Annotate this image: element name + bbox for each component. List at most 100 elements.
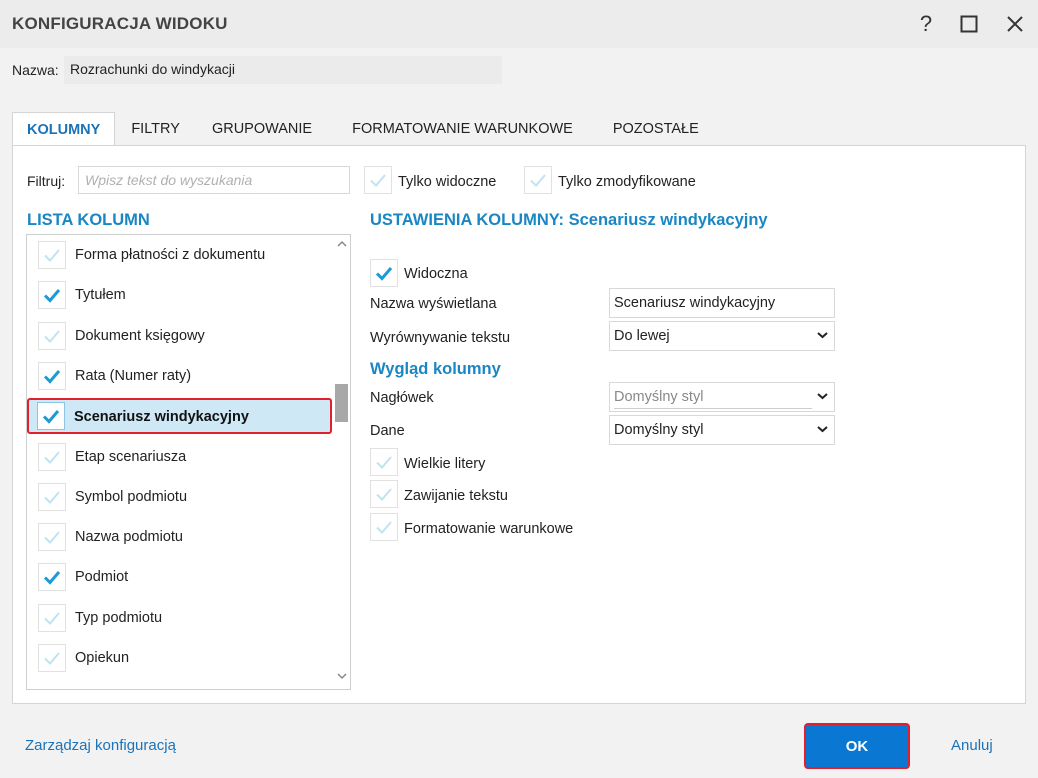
column-name-label: Scenariusz windykacyjny (74, 409, 249, 426)
chevron-down-icon (817, 422, 828, 436)
data-style-value: Domyślny styl (614, 422, 704, 438)
view-name-field[interactable]: Rozrachunki do windykacji (64, 56, 502, 84)
cancel-link[interactable]: Anuluj (951, 737, 993, 754)
tab-formatowanie-warunkowe[interactable]: FORMATOWANIE WARUNKOWE (332, 112, 593, 146)
list-item[interactable]: Podmiot (28, 558, 332, 596)
column-visible-checkbox[interactable] (38, 523, 66, 552)
column-visible-checkbox[interactable] (37, 402, 65, 431)
check-icon (376, 521, 392, 534)
check-icon (43, 571, 61, 586)
field-underline (614, 408, 812, 409)
header-style-value: Domyślny styl (614, 389, 704, 405)
list-item[interactable]: Symbol podmiotu (28, 478, 332, 516)
text-align-label: Wyrównywanie tekstu (370, 330, 511, 346)
appearance-heading: Wygląd kolumny (370, 360, 501, 378)
manage-configuration-link[interactable]: Zarządzaj konfiguracją (25, 737, 176, 754)
column-name-label: Symbol podmiotu (75, 488, 188, 505)
chevron-down-icon (817, 389, 828, 403)
column-visible-checkbox[interactable] (38, 482, 66, 511)
view-name-label: Nazwa: (12, 62, 59, 78)
column-visible-checkbox[interactable] (38, 361, 66, 390)
column-name-label: Tytułem (75, 287, 126, 304)
list-item[interactable]: Typ podmiotu (28, 599, 332, 637)
check-icon (375, 267, 393, 281)
scroll-thumb[interactable] (335, 384, 348, 422)
column-name-label: Podmiot (75, 569, 129, 586)
check-icon (43, 369, 61, 384)
tab-grupowanie[interactable]: GRUPOWANIE (196, 112, 332, 146)
check-icon (43, 289, 61, 304)
tab-bar: KOLUMNY FILTRY GRUPOWANIE FORMATOWANIE W… (12, 112, 719, 146)
check-icon (370, 174, 386, 187)
header-style-select[interactable]: Domyślny styl (609, 382, 835, 412)
only-modified-checkbox[interactable] (524, 166, 552, 194)
tab-filtry[interactable]: FILTRY (115, 112, 196, 146)
column-visible-checkbox[interactable] (38, 241, 66, 269)
column-list-heading: LISTA KOLUMN (27, 211, 150, 229)
text-align-select[interactable]: Do lewej (609, 321, 835, 351)
column-name-label: Nazwa podmiotu (75, 529, 183, 546)
check-icon (44, 329, 60, 343)
check-icon (44, 531, 60, 545)
only-visible-checkbox[interactable] (364, 166, 392, 194)
list-item[interactable]: Forma płatności z dokumentu (28, 236, 332, 274)
filter-input[interactable]: Wpisz tekst do wyszukania (78, 166, 350, 194)
only-visible-label: Tylko widoczne (398, 174, 497, 190)
only-modified-label: Tylko zmodyfikowane (558, 174, 696, 190)
ok-button[interactable]: OK (804, 723, 910, 769)
list-scrollbar[interactable] (333, 237, 349, 687)
display-name-input[interactable]: Scenariusz windykacyjny (609, 288, 835, 318)
list-item-selected[interactable]: Scenariusz windykacyjny (27, 398, 332, 435)
check-icon (44, 249, 60, 262)
data-style-select[interactable]: Domyślny styl (609, 415, 835, 445)
column-visible-checkbox[interactable] (38, 603, 66, 632)
view-name-row: Nazwa: Rozrachunki do windykacji (12, 56, 502, 84)
scroll-up-icon[interactable] (337, 239, 347, 251)
list-item[interactable]: Tytułem (28, 276, 332, 314)
check-icon (42, 410, 60, 424)
chevron-down-icon (817, 328, 828, 342)
maximize-icon[interactable] (953, 8, 985, 40)
column-name-label: Rata (Numer raty) (75, 367, 192, 384)
visible-checkbox[interactable] (370, 259, 398, 287)
help-icon[interactable]: ? (910, 8, 942, 40)
data-style-label: Dane (370, 423, 405, 439)
wrap-text-checkbox[interactable] (370, 480, 398, 508)
check-icon (44, 450, 60, 464)
column-visible-checkbox[interactable] (38, 281, 66, 310)
uppercase-label: Wielkie litery (404, 456, 486, 472)
conditional-format-label: Formatowanie warunkowe (404, 521, 574, 537)
column-name-label: Dokument księgowy (75, 327, 205, 344)
check-icon (376, 488, 392, 501)
column-name-label: Etap scenariusza (75, 448, 187, 465)
column-settings-heading: USTAWIENIA KOLUMNY: Scenariusz windykacy… (370, 211, 768, 229)
close-icon[interactable] (999, 8, 1031, 40)
check-icon (376, 456, 392, 469)
check-icon (44, 652, 60, 665)
list-item[interactable]: Dokument księgowy (28, 317, 332, 355)
text-align-value: Do lewej (614, 328, 670, 344)
column-name-label: Forma płatności z dokumentu (75, 247, 266, 263)
check-icon (530, 174, 546, 187)
column-visible-checkbox[interactable] (38, 442, 66, 471)
list-item[interactable]: Rata (Numer raty) (28, 357, 332, 395)
header-style-label: Nagłówek (370, 390, 434, 406)
list-item[interactable]: Opiekun (28, 639, 332, 677)
conditional-format-checkbox[interactable] (370, 513, 398, 541)
list-item[interactable]: Nazwa podmiotu (28, 518, 332, 556)
column-visible-checkbox[interactable] (38, 563, 66, 592)
filter-label: Filtruj: (27, 173, 66, 189)
list-item[interactable]: Etap scenariusza (28, 438, 332, 476)
title-bar: KONFIGURACJA WIDOKU ? (0, 0, 1038, 48)
column-visible-checkbox[interactable] (38, 644, 66, 672)
tab-kolumny[interactable]: KOLUMNY (12, 112, 116, 146)
window-title: KONFIGURACJA WIDOKU (12, 14, 228, 33)
tab-pozostale[interactable]: POZOSTAŁE (593, 112, 719, 146)
wrap-text-label: Zawijanie tekstu (404, 488, 508, 504)
visible-label: Widoczna (404, 266, 468, 282)
display-name-label: Nazwa wyświetlana (370, 296, 497, 312)
scroll-down-icon[interactable] (337, 671, 347, 683)
column-visible-checkbox[interactable] (38, 321, 66, 350)
uppercase-checkbox[interactable] (370, 448, 398, 476)
column-name-label: Typ podmiotu (75, 609, 163, 626)
